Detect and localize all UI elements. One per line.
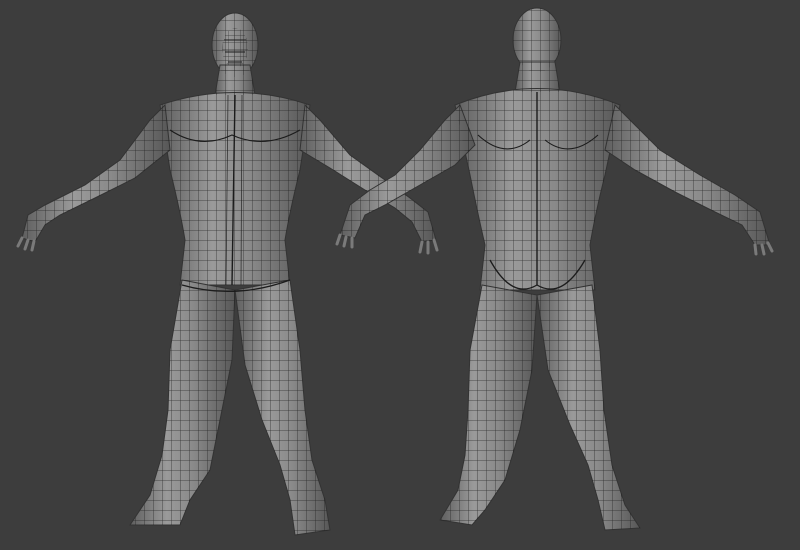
viewport-canvas (16, 7, 774, 536)
front-face-detail (222, 28, 248, 68)
humanoid-mesh-front-icon[interactable] (16, 12, 439, 536)
humanoid-mesh-back-icon[interactable] (335, 7, 774, 531)
3d-viewport[interactable] (0, 0, 800, 550)
